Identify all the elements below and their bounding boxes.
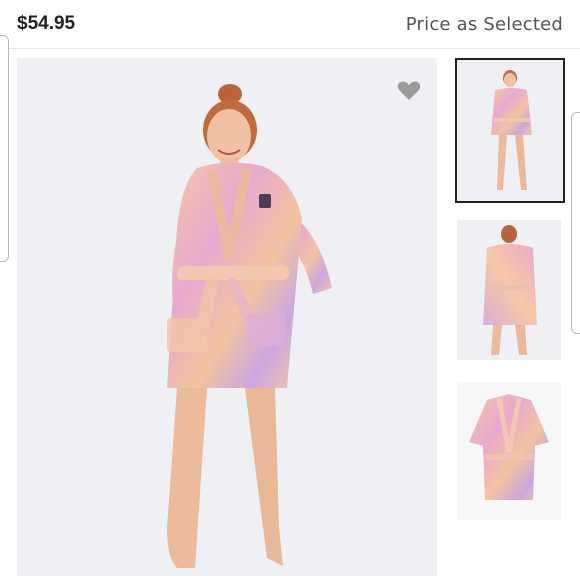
thumbnail-front-image	[457, 60, 563, 201]
thumbnail-front[interactable]	[455, 58, 565, 203]
thumbnail-flat-lay-image	[457, 382, 561, 520]
robe-model-illustration	[167, 84, 332, 568]
thumbnail-back[interactable]	[457, 220, 561, 360]
thumbnail-flat-lay[interactable]	[457, 382, 561, 520]
product-price: $54.95	[17, 13, 76, 34]
header-divider	[0, 48, 580, 49]
previous-card-edge[interactable]	[0, 35, 9, 262]
thumbnail-back-image	[457, 220, 561, 360]
price-note: Price as Selected	[405, 14, 563, 35]
next-card-edge[interactable]	[571, 112, 580, 334]
heart-icon	[397, 81, 421, 100]
main-product-image[interactable]	[17, 58, 437, 576]
favorite-button[interactable]	[394, 75, 424, 105]
product-header: $54.95 Price as Selected	[0, 0, 580, 52]
